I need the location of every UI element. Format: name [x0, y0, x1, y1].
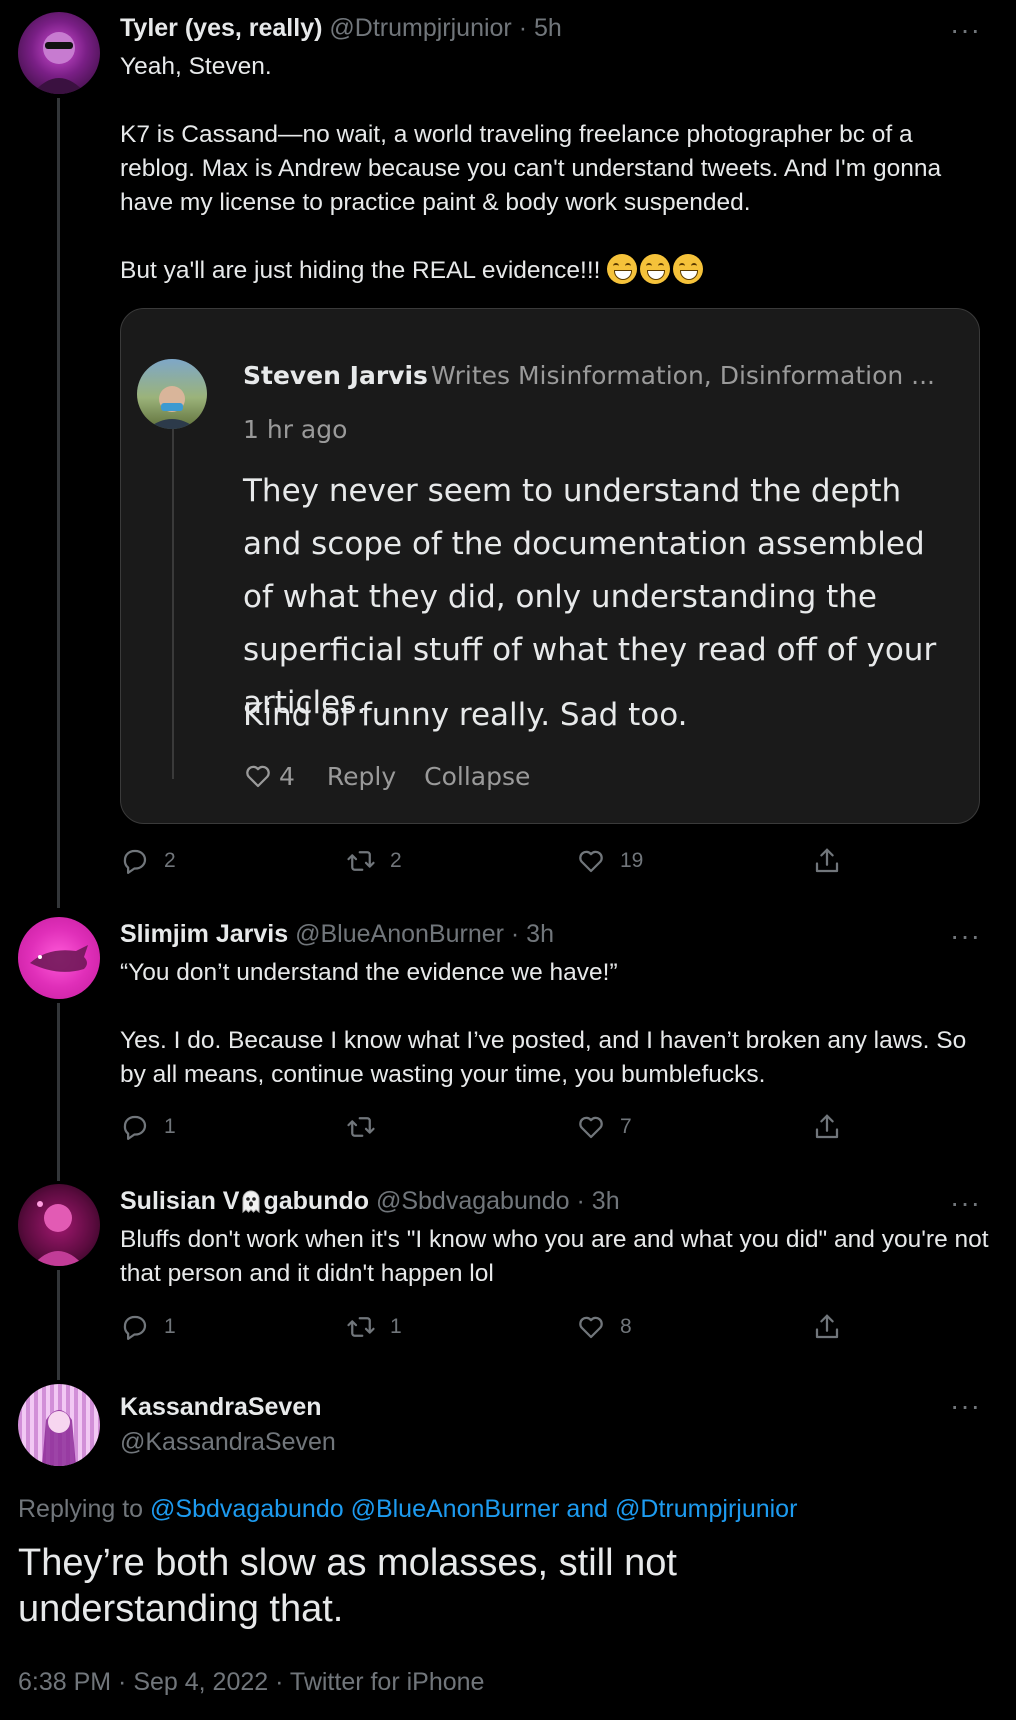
user-handle[interactable]: @Dtrumpjrjunior — [329, 14, 511, 42]
reply-count: 1 — [164, 1115, 176, 1138]
grinning-emoji-icon — [607, 254, 638, 284]
grinning-emoji-icon — [640, 254, 671, 284]
main-tweet-text: They’re both slow as molasses, still not… — [18, 1542, 677, 1630]
user-handle[interactable]: @KassandraSeven — [120, 1428, 336, 1457]
heart-icon — [579, 1316, 603, 1339]
mention-link[interactable]: @Sbdvagabundo — [150, 1495, 344, 1523]
share-icon — [815, 848, 839, 873]
reply-count: 1 — [164, 1315, 176, 1338]
like-count: 7 — [620, 1115, 632, 1138]
embed-reply-label: Reply — [326, 761, 397, 791]
avatar[interactable] — [18, 12, 100, 94]
tweet-text: “You don’t understand the evidence we ha… — [120, 956, 990, 1092]
display-name-part: gabundo — [263, 1187, 370, 1215]
mention-conjunction[interactable]: and — [566, 1495, 608, 1523]
avatar[interactable] — [18, 917, 100, 999]
main-tweet-author: KassandraSeven @KassandraSeven — [120, 1393, 336, 1457]
tweet-actions: 1 1 8 — [120, 1312, 860, 1352]
embedded-image[interactable]: Steven Jarvis Writes Misinformation, Dis… — [120, 308, 980, 824]
retweet-icon — [347, 851, 375, 871]
mention-link[interactable]: @Dtrumpjrjunior — [615, 1495, 797, 1523]
embed-comment-text: They never seem to understand the depth … — [243, 473, 937, 721]
retweet-count: 2 — [390, 849, 402, 872]
tweet-actions: 1 7 — [120, 1112, 860, 1152]
tweet-paragraph: “You don’t understand the evidence we ha… — [120, 959, 618, 986]
like-button[interactable]: 19 — [576, 846, 643, 876]
reply-icon — [123, 849, 147, 874]
retweet-icon — [347, 1317, 375, 1337]
tweet-text: Yeah, Steven. K7 is Cassand—no wait, a w… — [120, 50, 990, 288]
reply-button[interactable]: 1 — [120, 1312, 176, 1342]
embed-author-bio: Writes Misinformation, Disinformation ..… — [431, 361, 935, 390]
embed-actions: 4 Reply Collapse — [243, 761, 530, 791]
embed-timestamp: 1 hr ago — [243, 415, 348, 444]
reply-icon — [123, 1115, 147, 1140]
ghost-emoji-icon — [242, 1190, 260, 1214]
tweet-paragraph: Yes. I do. Because I know what I’ve post… — [120, 1027, 967, 1088]
timestamp[interactable]: · 3h — [511, 920, 554, 948]
tweet-paragraph: But ya'll are just hiding the REAL evide… — [120, 257, 601, 284]
like-count: 19 — [620, 849, 644, 872]
share-icon — [815, 1314, 839, 1339]
thread-connector — [57, 1003, 60, 1181]
embed-collapse-label: Collapse — [424, 761, 531, 791]
tweet-metadata[interactable]: 6:38 PM · Sep 4, 2022 · Twitter for iPho… — [18, 1668, 484, 1697]
heart-icon — [246, 765, 270, 788]
reply-button[interactable]: 1 — [120, 1112, 176, 1142]
retweet-button[interactable]: 1 — [346, 1312, 402, 1342]
timestamp[interactable]: · 5h — [519, 14, 562, 42]
share-button[interactable] — [812, 1312, 842, 1342]
retweet-count: 1 — [390, 1315, 402, 1338]
reply-icon — [123, 1315, 147, 1340]
tweet-header: Slimjim Jarvis @BlueAnonBurner · 3h — [120, 920, 554, 949]
grinning-emoji-icon — [673, 254, 704, 284]
reply-button[interactable]: 2 — [120, 846, 176, 876]
avatar[interactable] — [18, 1184, 100, 1266]
user-handle[interactable]: @Sbdvagabundo — [376, 1187, 570, 1215]
share-button[interactable] — [812, 846, 842, 876]
retweet-button[interactable] — [346, 1112, 390, 1142]
tweet-header: Tyler (yes, really) @Dtrumpjrjunior · 5h — [120, 14, 562, 43]
tweet-header: Sulisian V gabundo @Sbdvagabundo · 3h — [120, 1187, 620, 1216]
like-count: 8 — [620, 1315, 632, 1338]
display-name[interactable]: Tyler (yes, really) — [120, 14, 322, 42]
display-name[interactable]: Sulisian V gabundo — [120, 1187, 369, 1215]
replying-to: Replying to @Sbdvagabundo @BlueAnonBurne… — [18, 1495, 797, 1524]
heart-icon — [579, 1116, 603, 1139]
tweet-actions: 2 2 19 — [120, 846, 860, 886]
tweet-paragraph: Yeah, Steven. — [120, 53, 272, 80]
user-handle[interactable]: @BlueAnonBurner — [295, 920, 504, 948]
tweet-text: Bluffs don't work when it's "I know who … — [120, 1223, 990, 1291]
thread-connector — [57, 1270, 60, 1380]
embed-thread-line — [172, 429, 174, 779]
thread-connector — [57, 98, 60, 908]
embed-avatar — [137, 359, 207, 429]
replying-to-prefix: Replying to — [18, 1495, 144, 1523]
more-options-icon[interactable]: ··· — [950, 1392, 981, 1420]
more-options-icon[interactable]: ··· — [950, 16, 981, 44]
more-options-icon[interactable]: ··· — [950, 1189, 981, 1217]
like-button[interactable]: 8 — [576, 1312, 632, 1342]
share-icon — [815, 1114, 839, 1139]
retweet-button[interactable]: 2 — [346, 846, 402, 876]
embed-like-count: 4 — [279, 761, 295, 791]
display-name-part: Sulisian V — [120, 1187, 240, 1215]
tweet-paragraph-with-emoji: But ya'll are just hiding the REAL evide… — [120, 254, 990, 288]
retweet-icon — [347, 1117, 375, 1137]
more-options-icon[interactable]: ··· — [950, 922, 981, 950]
tweet-paragraph: Bluffs don't work when it's "I know who … — [120, 1226, 989, 1287]
tweet-paragraph: K7 is Cassand—no wait, a world traveling… — [120, 121, 942, 216]
share-button[interactable] — [812, 1112, 842, 1142]
timestamp[interactable]: · 3h — [577, 1187, 620, 1215]
like-button[interactable]: 7 — [576, 1112, 632, 1142]
embed-author-name: Steven Jarvis — [243, 361, 428, 390]
display-name[interactable]: Slimjim Jarvis — [120, 920, 288, 948]
embed-comment-text: Kind of funny really. Sad too. — [243, 697, 688, 733]
mention-link[interactable]: @BlueAnonBurner — [351, 1495, 560, 1523]
reply-count: 2 — [164, 849, 176, 872]
display-name[interactable]: KassandraSeven — [120, 1393, 336, 1422]
heart-icon — [579, 850, 603, 873]
avatar[interactable] — [18, 1384, 100, 1466]
